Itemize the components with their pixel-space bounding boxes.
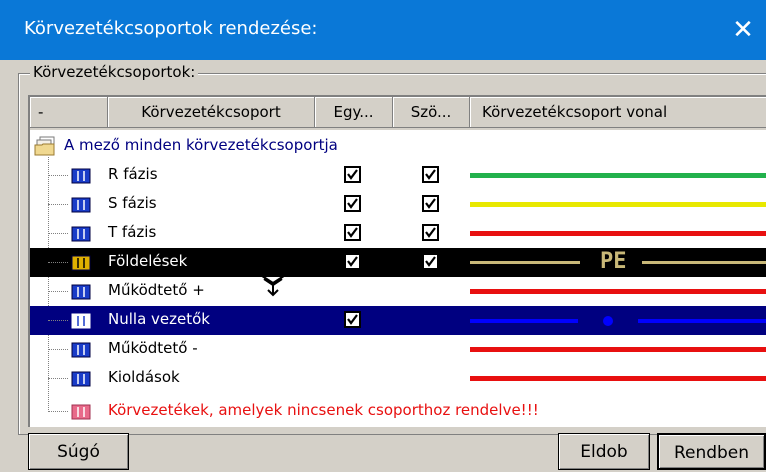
group-icon — [68, 255, 94, 271]
list-header: - Körvezetékcsoport Egy... Szö... Körvez… — [30, 97, 766, 130]
window-title: Körvezetékcsoportok rendezése: — [24, 18, 318, 39]
group-label: Működtető + — [108, 281, 205, 299]
tree-branch — [48, 233, 68, 234]
unassigned-label: Körvezetékek, amelyek nincsenek csoporth… — [108, 401, 539, 419]
group-pink-icon — [68, 404, 94, 420]
column-header-group[interactable]: Körvezetékcsoport — [108, 97, 315, 128]
group-icon — [68, 197, 94, 213]
list-item[interactable]: Működtető + — [30, 277, 766, 306]
list-item[interactable]: S fázis — [30, 190, 766, 219]
list-item[interactable]: Nulla vezetők — [30, 306, 766, 335]
line-sample — [470, 161, 766, 190]
group-label: Nulla vezetők — [108, 310, 210, 328]
group-label: Földelések — [108, 252, 188, 270]
group-icon — [68, 342, 94, 358]
list-item-unassigned[interactable]: Körvezetékek, amelyek nincsenek csoporth… — [30, 397, 766, 426]
groups-list[interactable]: - Körvezetékcsoport Egy... Szö... Körvez… — [28, 95, 766, 427]
tree-branch — [48, 291, 68, 292]
ok-button[interactable]: Rendben — [657, 433, 766, 470]
checkbox[interactable] — [344, 195, 361, 212]
close-icon[interactable]: ✕ — [720, 0, 766, 60]
help-button[interactable]: Súgó — [28, 433, 129, 470]
line-sample — [470, 364, 766, 393]
column-header-line[interactable]: Körvezetékcsoport vonal — [470, 97, 766, 128]
root-label: A mező minden körvezetékcsoportja — [64, 136, 338, 154]
group-icon — [68, 168, 94, 184]
tree-branch — [48, 175, 68, 176]
tree-branch — [48, 378, 68, 379]
discard-button[interactable]: Eldob — [558, 433, 650, 470]
checkbox[interactable] — [422, 253, 439, 270]
line-sample — [470, 277, 766, 306]
checkbox[interactable] — [422, 166, 439, 183]
checkbox[interactable] — [422, 224, 439, 241]
tree-branch — [48, 349, 68, 350]
list-item[interactable]: R fázis — [30, 161, 766, 190]
line-text: PE — [600, 249, 627, 274]
checkbox[interactable] — [344, 311, 361, 328]
line-sample: PE — [470, 248, 766, 277]
list-item-root[interactable]: A mező minden körvezetékcsoportja — [30, 132, 766, 161]
line-sample — [470, 219, 766, 248]
group-label: T fázis — [108, 223, 157, 241]
group-label: Működtető - — [108, 339, 198, 357]
group-label: R fázis — [108, 165, 158, 183]
tree-branch — [48, 411, 68, 412]
list-item[interactable]: Kioldások — [30, 364, 766, 393]
folder-stack-icon — [34, 136, 56, 156]
column-header-order[interactable]: - — [30, 97, 108, 128]
line-sample — [470, 335, 766, 364]
group-label: Kioldások — [108, 368, 180, 386]
move-cursor-icon — [256, 271, 290, 297]
group-icon — [68, 226, 94, 242]
column-header-egy[interactable]: Egy... — [315, 97, 393, 128]
checkbox[interactable] — [344, 166, 361, 183]
tree-branch — [48, 320, 68, 321]
line-sample — [470, 190, 766, 219]
column-header-szo[interactable]: Szö... — [393, 97, 470, 128]
checkbox[interactable] — [344, 224, 361, 241]
list-item[interactable]: Földelések PE — [30, 248, 766, 277]
line-sample — [470, 306, 766, 335]
group-label: S fázis — [108, 194, 157, 212]
list-item[interactable]: Működtető - — [30, 335, 766, 364]
list-item[interactable]: T fázis — [30, 219, 766, 248]
checkbox[interactable] — [344, 253, 361, 270]
tree-branch — [48, 262, 68, 263]
title-bar: Körvezetékcsoportok rendezése: ✕ — [0, 0, 766, 60]
group-icon — [68, 313, 94, 329]
groups-label: Körvezetékcsoportok: — [30, 63, 199, 81]
group-icon — [68, 371, 94, 387]
tree-branch — [48, 204, 68, 205]
group-icon — [68, 284, 94, 300]
checkbox[interactable] — [422, 195, 439, 212]
